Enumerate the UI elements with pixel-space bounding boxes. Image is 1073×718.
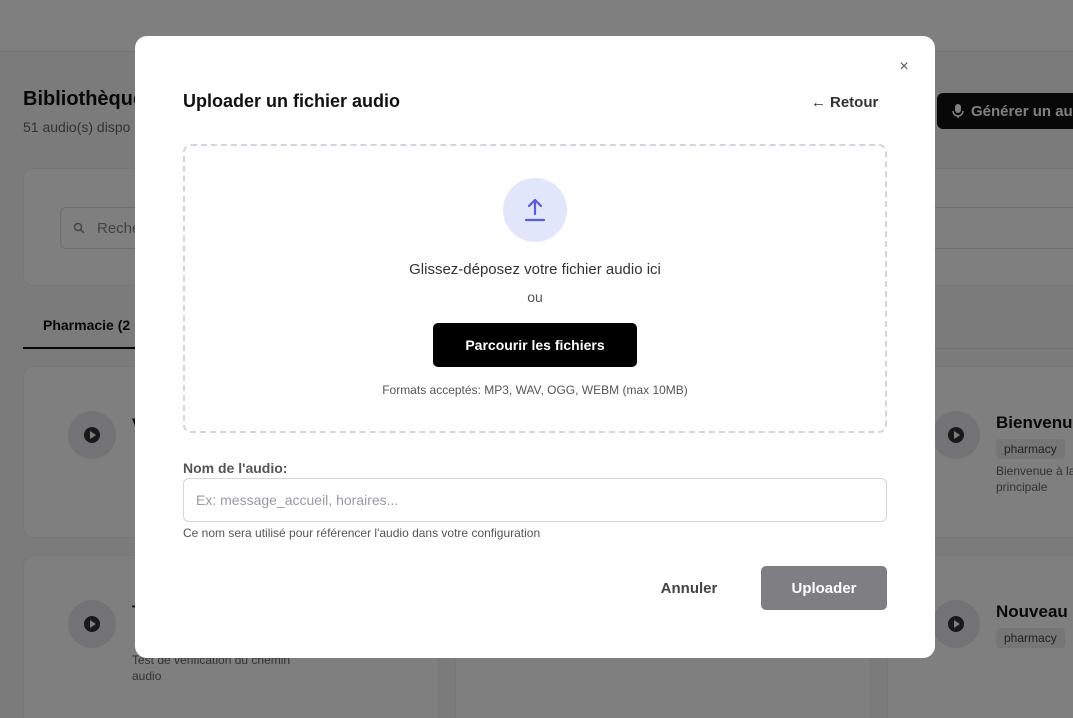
upload-icon xyxy=(503,178,567,242)
audio-name-label: Nom de l'audio: xyxy=(183,460,288,476)
back-button[interactable]: ← Retour xyxy=(811,94,882,111)
upload-audio-modal: × Uploader un fichier audio ← Retour Glis… xyxy=(135,36,935,658)
upload-button[interactable]: Uploader xyxy=(761,566,887,610)
audio-name-input[interactable] xyxy=(183,478,887,522)
close-icon[interactable]: × xyxy=(894,57,914,77)
file-dropzone[interactable]: Glissez-déposez votre fichier audio ici … xyxy=(183,144,887,433)
arrow-left-icon: ← xyxy=(811,94,826,111)
dropzone-or-text: ou xyxy=(527,289,543,305)
accepted-formats-text: Formats acceptés: MP3, WAV, OGG, WEBM (m… xyxy=(382,383,688,397)
dropzone-text: Glissez-déposez votre fichier audio ici xyxy=(409,261,661,278)
audio-name-help: Ce nom sera utilisé pour référencer l'au… xyxy=(183,526,541,540)
browse-files-button[interactable]: Parcourir les fichiers xyxy=(433,323,637,367)
modal-title: Uploader un fichier audio xyxy=(183,91,401,111)
cancel-button[interactable]: Annuler xyxy=(643,566,735,610)
back-button-label: Retour xyxy=(830,94,879,111)
